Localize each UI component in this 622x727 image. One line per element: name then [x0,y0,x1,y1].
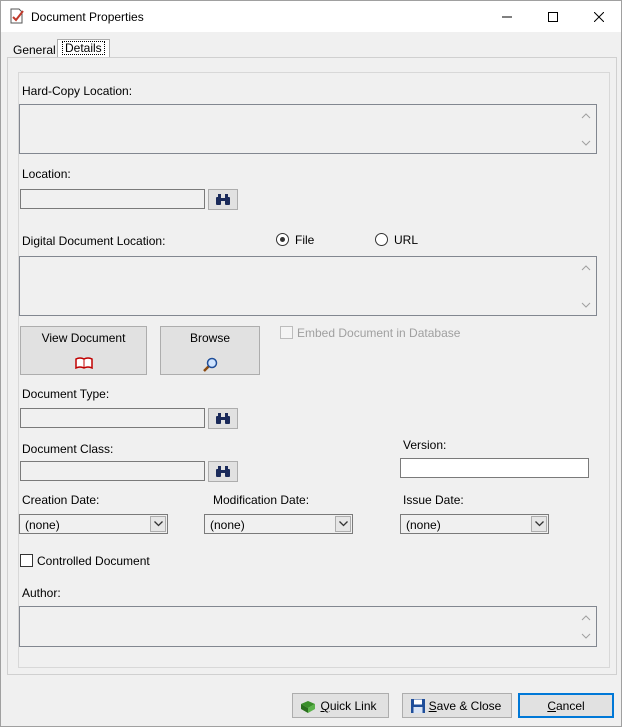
scroll-down-icon[interactable] [581,300,591,310]
binoculars-icon [216,194,230,205]
scroll-up-icon[interactable] [581,111,591,121]
chevron-down-icon [338,521,348,527]
binoculars-icon [216,413,230,424]
chevron-down-icon [153,521,163,527]
document-app-icon [10,8,24,24]
embed-document-label: Embed Document in Database [297,326,461,340]
document-properties-window: Document Properties General Details Hard… [0,0,622,727]
book-icon [74,357,93,369]
details-panel: Hard-Copy Location: Location: Digital Do… [7,57,617,675]
details-group: Hard-Copy Location: Location: Digital Do… [18,72,610,668]
scroll-up-icon[interactable] [581,263,591,273]
minimize-button[interactable] [484,1,530,32]
location-label: Location: [22,167,71,181]
document-class-input[interactable] [20,461,205,481]
version-label: Version: [403,438,447,452]
browse-button[interactable]: Browse [160,326,260,375]
view-document-button[interactable]: View Document [20,326,147,375]
quick-link-button[interactable]: Quick Link [292,693,389,718]
maximize-icon [548,11,558,22]
close-icon [594,11,604,22]
modification-date-label: Modification Date: [213,493,310,507]
location-input[interactable] [20,189,205,209]
maximize-button[interactable] [530,1,576,32]
binoculars-icon [216,466,230,477]
creation-date-select[interactable]: (none) [19,514,168,534]
document-type-label: Document Type: [22,387,110,401]
chevron-down-icon [534,521,544,527]
digital-location-label: Digital Document Location: [22,234,166,248]
document-type-input[interactable] [20,408,205,428]
embed-document-checkbox[interactable] [280,326,293,339]
url-radio-label[interactable]: URL [394,233,418,247]
author-label: Author: [22,586,61,600]
cancel-button[interactable]: Cancel [518,693,614,718]
magnifier-icon [203,357,218,372]
issue-date-select[interactable]: (none) [400,514,549,534]
scroll-up-icon[interactable] [581,613,591,623]
controlled-document-label[interactable]: Controlled Document [37,554,150,568]
file-radio[interactable] [276,233,289,246]
hardcopy-location-label: Hard-Copy Location: [22,84,133,98]
document-class-find-button[interactable] [208,461,238,482]
scroll-down-icon[interactable] [581,631,591,641]
controlled-document-checkbox[interactable] [20,554,33,567]
scroll-down-icon[interactable] [581,138,591,148]
creation-date-label: Creation Date: [22,493,100,507]
modification-date-select[interactable]: (none) [204,514,353,534]
file-radio-label[interactable]: File [295,233,314,247]
tab-details[interactable]: Details [57,39,110,57]
window-title: Document Properties [31,10,144,24]
document-class-label: Document Class: [22,442,114,456]
hardcopy-location-textarea[interactable] [19,104,597,154]
issue-date-label: Issue Date: [403,493,464,507]
title-bar: Document Properties [1,1,621,32]
save-close-button[interactable]: Save & Close [402,693,512,718]
version-input[interactable] [400,458,589,478]
close-button[interactable] [576,1,622,32]
url-radio[interactable] [375,233,388,246]
author-textarea[interactable] [19,606,597,647]
digital-location-textarea[interactable] [19,256,597,316]
minimize-icon [502,16,512,17]
location-find-button[interactable] [208,189,238,210]
document-type-find-button[interactable] [208,408,238,429]
